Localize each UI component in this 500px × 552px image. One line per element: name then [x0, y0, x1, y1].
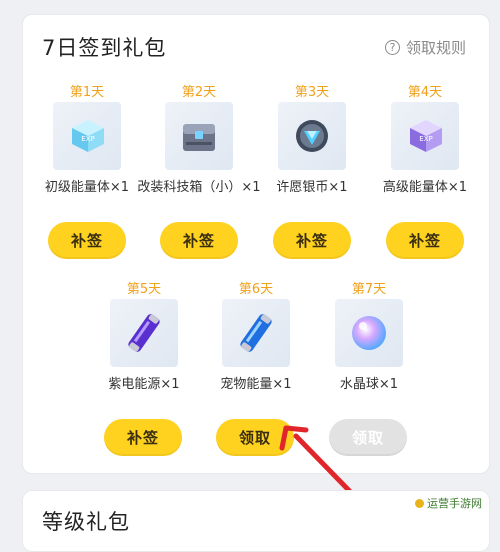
reward-tile — [110, 299, 178, 367]
makeup-signin-button[interactable]: 补签 — [104, 419, 182, 456]
reward-tile — [165, 102, 233, 170]
day-label: 第3天 — [294, 85, 330, 100]
day-label: 第4天 — [407, 85, 443, 100]
day-label: 第5天 — [126, 282, 162, 297]
svg-text:EXP: EXP — [419, 135, 432, 143]
reward-tile — [335, 299, 403, 367]
watermark-text: 运营手游网 — [427, 497, 482, 510]
claim-button[interactable]: 领取 — [216, 419, 294, 456]
svg-text:EXP: EXP — [81, 135, 94, 143]
reward-name: 高级能量体×1 — [382, 180, 468, 195]
day-label: 第6天 — [238, 282, 274, 297]
reward-tile — [278, 102, 346, 170]
purple-battery-icon — [128, 314, 160, 352]
reward-tile: EXP — [53, 102, 121, 170]
makeup-signin-button[interactable]: 补签 — [273, 222, 351, 259]
blue-battery-icon — [240, 314, 272, 352]
reward-tile — [222, 299, 290, 367]
day-label: 第7天 — [351, 282, 387, 297]
makeup-signin-button[interactable]: 补签 — [160, 222, 238, 259]
logo-icon — [415, 498, 424, 508]
silver-coin-icon — [296, 120, 328, 152]
makeup-signin-button[interactable]: 补签 — [48, 222, 126, 259]
claim-button-disabled: 领取 — [329, 419, 407, 456]
rules-link[interactable]: ? 领取规则 — [384, 37, 466, 58]
reward-name: 紫电能源×1 — [108, 377, 180, 392]
reward-name: 改装科技箱（小）×1 — [137, 180, 261, 195]
reward-name: 水晶球×1 — [339, 377, 399, 392]
tech-chest-icon — [183, 124, 215, 151]
reward-name: 许愿银币×1 — [276, 180, 348, 195]
reward-name: 初级能量体×1 — [44, 180, 130, 195]
reward-name: 宠物能量×1 — [220, 377, 292, 392]
day-label: 第1天 — [69, 85, 105, 100]
next-section-title: 等级礼包 — [42, 510, 130, 534]
day-label: 第2天 — [181, 85, 217, 100]
crystal-ball-icon — [352, 316, 386, 350]
rules-label: 领取规则 — [405, 39, 466, 57]
makeup-signin-button[interactable]: 补签 — [386, 222, 464, 259]
question-circle-icon: ? — [384, 40, 400, 55]
purple-crystal-icon: EXP — [410, 120, 442, 152]
watermark: 运营手游网 — [409, 494, 488, 512]
section-title: 7日签到礼包 — [42, 36, 167, 60]
crystal-cube-icon: EXP — [72, 120, 104, 152]
reward-tile: EXP — [391, 102, 459, 170]
